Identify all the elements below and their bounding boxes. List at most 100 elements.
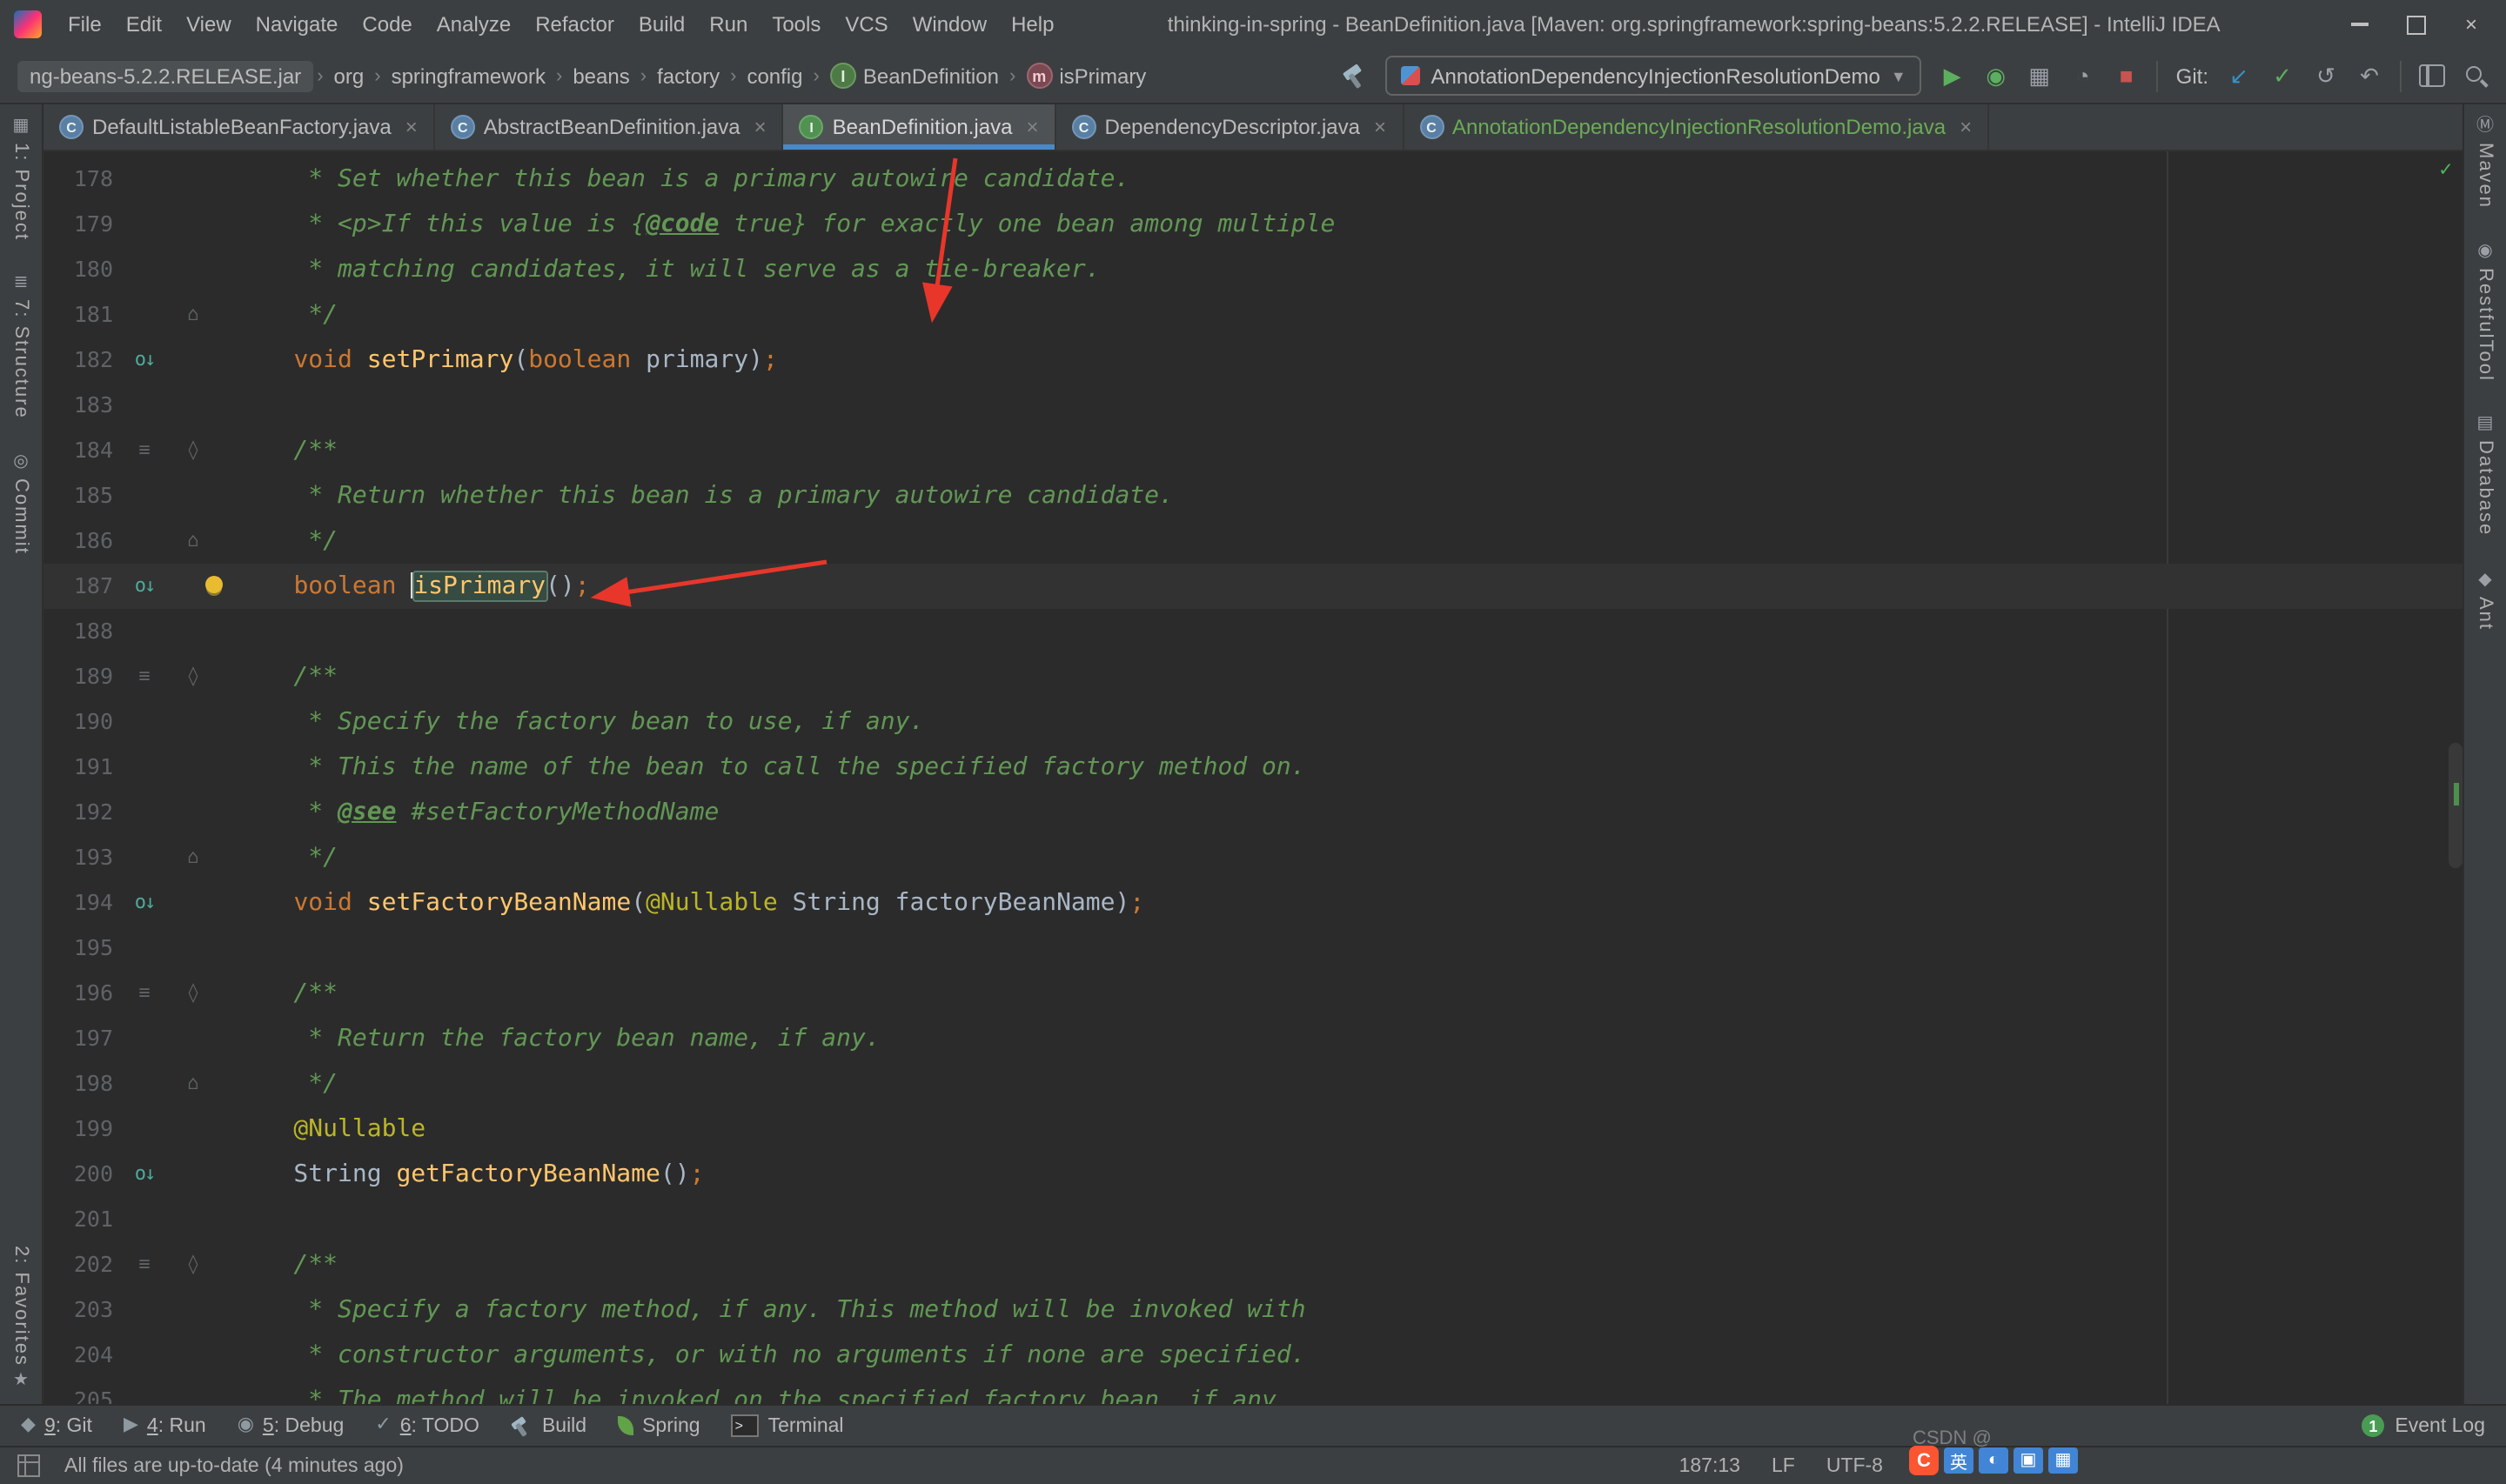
menu-tools[interactable]: Tools	[760, 7, 833, 42]
line-number[interactable]: 201	[44, 1197, 120, 1242]
tab-close-icon[interactable]: ×	[1026, 115, 1038, 139]
tool-button-7-structure[interactable]: ≣ 7: Structure	[10, 275, 31, 420]
tab-beandefinition-java[interactable]: I BeanDefinition.java ×	[783, 104, 1056, 150]
code-line[interactable]: 194 o↓ void setFactoryBeanName(@Nullable …	[44, 880, 2462, 926]
code-text[interactable]: * The method will be invoked on the spec…	[235, 1378, 1290, 1404]
close-button[interactable]: ×	[2447, 7, 2496, 42]
code-line[interactable]: 187 o↓ boolean isPrimary();	[44, 564, 2462, 609]
code-text[interactable]: * Specify the factory bean to use, if an…	[235, 699, 924, 745]
code-line[interactable]: 199 @Nullable	[44, 1106, 2462, 1152]
ime-halfwidth-icon[interactable]: ◐	[1979, 1447, 2008, 1474]
tool-button-1-project[interactable]: ▦ 1: Project	[10, 117, 31, 241]
code-text[interactable]: void setFactoryBeanName(@Nullable String…	[235, 880, 1144, 926]
code-line[interactable]: 202 ≡ ◊ /**	[44, 1242, 2462, 1287]
code-line[interactable]: 201	[44, 1197, 2462, 1242]
code-line[interactable]: 197 * Return the factory bean name, if a…	[44, 1016, 2462, 1061]
implemented-method-marker-icon[interactable]: o↓	[120, 880, 169, 926]
line-number[interactable]: 186	[44, 518, 120, 564]
code-line[interactable]: 179 * <p>If this value is {@code true} f…	[44, 202, 2462, 247]
breadcrumb-item-ng-beans-5-2-2-release-jar[interactable]: ng-beans-5.2.2.RELEASE.jar	[17, 60, 314, 91]
line-number[interactable]: 204	[44, 1333, 120, 1378]
line-number[interactable]: 191	[44, 745, 120, 790]
tool-window-button-6-todo[interactable]: ✓ 6: TODO	[375, 1415, 479, 1436]
code-line[interactable]: 191 * This the name of the bean to call …	[44, 745, 2462, 790]
scrollbar-thumb[interactable]	[2449, 743, 2462, 868]
ime-language-indicator[interactable]: 英	[1944, 1447, 1973, 1474]
line-number[interactable]: 178	[44, 157, 120, 202]
line-number[interactable]: 182	[44, 338, 120, 383]
line-number[interactable]: 184	[44, 428, 120, 473]
code-text[interactable]: * Set whether this bean is a primary aut…	[235, 157, 1129, 202]
run-button[interactable]: ▶	[1940, 64, 1966, 87]
event-log-button[interactable]: 1 Event Log	[2362, 1414, 2485, 1437]
caret-position[interactable]: 187:13	[1679, 1455, 1740, 1476]
line-ending-indicator[interactable]: LF	[1772, 1455, 1795, 1476]
code-text[interactable]: * constructor arguments, or with no argu…	[235, 1333, 1305, 1378]
code-text[interactable]: String getFactoryBeanName();	[235, 1152, 704, 1197]
fold-end-icon[interactable]: ⌂	[169, 835, 218, 880]
fold-end-icon[interactable]: ⌂	[169, 1061, 218, 1106]
code-line[interactable]: 180 * matching candidates, it will serve…	[44, 247, 2462, 292]
git-commit-button[interactable]: ✓	[2269, 64, 2295, 87]
code-text[interactable]: @Nullable	[235, 1106, 425, 1152]
menu-view[interactable]: View	[174, 7, 244, 42]
inspections-ok-icon[interactable]: ✓	[2440, 157, 2452, 181]
line-number[interactable]: 183	[44, 383, 120, 428]
code-text[interactable]: /**	[235, 654, 338, 699]
line-number[interactable]: 203	[44, 1287, 120, 1333]
build-hammer-icon[interactable]	[1342, 64, 1368, 88]
intention-bulb-icon[interactable]	[205, 576, 223, 593]
line-number[interactable]: 187	[44, 564, 120, 609]
breadcrumb-item-config[interactable]: config	[740, 62, 809, 90]
line-number[interactable]: 196	[44, 971, 120, 1016]
line-number[interactable]: 181	[44, 292, 120, 338]
menu-navigate[interactable]: Navigate	[244, 7, 351, 42]
code-line[interactable]: 189 ≡ ◊ /**	[44, 654, 2462, 699]
code-text[interactable]: * Return the factory bean name, if any.	[235, 1016, 880, 1061]
fold-marker-icon[interactable]: ◊	[169, 1242, 218, 1287]
menu-edit[interactable]: Edit	[114, 7, 174, 42]
minimize-button[interactable]	[2335, 7, 2384, 42]
code-line[interactable]: 186 ⌂ */	[44, 518, 2462, 564]
tool-button-database[interactable]: ▤ Database	[2475, 416, 2496, 537]
line-number[interactable]: 188	[44, 609, 120, 654]
tool-window-button-9-git[interactable]: ◆ 9: Git	[21, 1415, 92, 1436]
fold-marker-icon[interactable]: ◊	[169, 654, 218, 699]
implemented-method-marker-icon[interactable]: o↓	[120, 1152, 169, 1197]
tab-close-icon[interactable]: ×	[1374, 115, 1386, 139]
tool-button-commit[interactable]: ◎ Commit	[10, 454, 31, 556]
code-line[interactable]: 200 o↓ String getFactoryBeanName();	[44, 1152, 2462, 1197]
tool-button-ant[interactable]: ◆ Ant	[2475, 571, 2496, 630]
code-text[interactable]: void setPrimary(boolean primary);	[235, 338, 777, 383]
ime-toolbox-icon[interactable]: ▦	[2048, 1447, 2078, 1474]
line-number[interactable]: 179	[44, 202, 120, 247]
fold-marker-icon[interactable]: ◊	[169, 971, 218, 1016]
code-line[interactable]: 195	[44, 926, 2462, 971]
run-with-coverage-button[interactable]: ▦	[2027, 64, 2053, 87]
breadcrumb-item-beans[interactable]: beans	[566, 62, 636, 90]
line-number[interactable]: 198	[44, 1061, 120, 1106]
code-text[interactable]: /**	[235, 971, 338, 1016]
breadcrumb-item-isprimary[interactable]: m isPrimary	[1019, 61, 1153, 90]
breadcrumb-item-org[interactable]: org	[327, 62, 372, 90]
code-line[interactable]: 184 ≡ ◊ /**	[44, 428, 2462, 473]
code-line[interactable]: 205 * The method will be invoked on the …	[44, 1378, 2462, 1404]
code-text[interactable]: * <p>If this value is {@code true} for e…	[235, 202, 1335, 247]
code-line[interactable]: 178 * Set whether this bean is a primary…	[44, 157, 2462, 202]
menu-analyze[interactable]: Analyze	[425, 7, 523, 42]
tool-button-restfultool[interactable]: ◉ RestfulTool	[2475, 243, 2496, 382]
code-line[interactable]: 198 ⌂ */	[44, 1061, 2462, 1106]
menu-refactor[interactable]: Refactor	[523, 7, 626, 42]
code-text[interactable]: * Return whether this bean is a primary …	[235, 473, 1174, 518]
git-update-project-button[interactable]: ↙	[2226, 64, 2252, 87]
code-line[interactable]: 181 ⌂ */	[44, 292, 2462, 338]
tool-window-button-terminal[interactable]: > Terminal	[731, 1414, 844, 1437]
code-line[interactable]: 190 * Specify the factory bean to use, i…	[44, 699, 2462, 745]
code-text[interactable]: * matching candidates, it will serve as …	[235, 247, 1100, 292]
encoding-indicator[interactable]: UTF-8	[1826, 1455, 1883, 1476]
debug-button[interactable]: ◉	[1983, 64, 2009, 87]
code-line[interactable]: 204 * constructor arguments, or with no …	[44, 1333, 2462, 1378]
tab-close-icon[interactable]: ×	[754, 115, 767, 139]
menu-build[interactable]: Build	[626, 7, 697, 42]
line-number[interactable]: 193	[44, 835, 120, 880]
